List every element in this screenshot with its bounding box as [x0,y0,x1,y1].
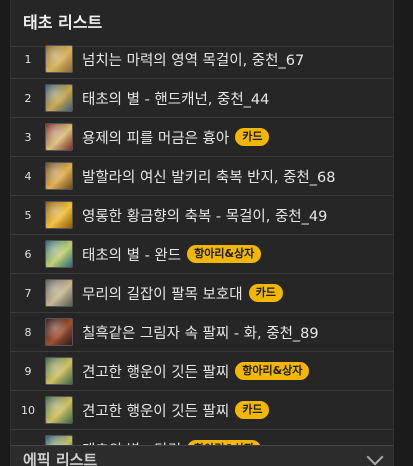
item-icon [45,162,73,190]
item-number: 1 [24,52,32,66]
origin-list-panel: 태초 리스트 1 넘치는 마력의 영역 목걸이, 중천_67 2 태초의 별 - 핸드… [10,0,394,466]
list-item[interactable]: 6 태초의 별 - 완드 항아리&상자 [11,235,393,274]
source-badge: 항아리&상자 [235,362,310,380]
item-name: 용제의 피를 머금은 흉아 [82,130,230,147]
item-number: 6 [24,247,32,261]
item-name: 발할라의 여신 발키리 축복 반지, 중천_68 [82,169,336,186]
item-name: 견고한 행운이 깃든 팔찌 [82,403,230,420]
item-icon [45,318,73,346]
list-item[interactable]: 5 영롱한 황금향의 축복 - 목걸이, 중천_49 [11,196,393,235]
item-name: 무리의 길잡이 팔목 보호대 [82,286,243,303]
epic-list-header[interactable]: 에픽 리스트 [11,445,393,466]
item-list[interactable]: 1 넘치는 마력의 영역 목걸이, 중천_67 2 태초의 별 - 핸드캐넌, 중천_… [11,40,393,466]
item-icon [45,84,73,112]
item-number: 2 [24,91,32,105]
source-badge: 카드 [235,128,270,146]
item-number: 7 [24,286,32,300]
item-name: 칠흑같은 그림자 속 팔찌 - 화, 중천_89 [82,325,319,342]
list-item[interactable]: 8 칠흑같은 그림자 속 팔찌 - 화, 중천_89 [11,313,393,352]
item-number: 5 [24,208,32,222]
source-badge: 카드 [235,401,270,419]
list-item[interactable]: 7 무리의 길잡이 팔목 보호대 카드 [11,274,393,313]
item-name: 태초의 별 - 핸드캐넌, 중천_44 [82,91,270,108]
item-number: 9 [24,364,32,378]
item-icon [45,240,73,268]
item-name: 태초의 별 - 완드 [82,247,182,264]
source-badge: 카드 [248,284,283,302]
item-name: 견고한 행운이 깃든 팔찌 [82,364,230,381]
item-icon [45,279,73,307]
item-number: 10 [21,403,35,417]
list-item[interactable]: 10 견고한 행운이 깃든 팔찌 카드 [11,391,393,430]
item-number: 8 [24,325,32,339]
item-icon [45,201,73,229]
item-number: 3 [24,130,32,144]
item-icon [45,396,73,424]
item-number: 4 [24,169,32,183]
list-item[interactable]: 1 넘치는 마력의 영역 목걸이, 중천_67 [11,40,393,79]
item-icon [45,357,73,385]
list-item[interactable]: 3 용제의 피를 머금은 흉아 카드 [11,118,393,157]
item-name: 넘치는 마력의 영역 목걸이, 중천_67 [82,52,305,69]
epic-list-title: 에픽 리스트 [23,451,98,466]
item-icon [45,45,73,73]
source-badge: 항아리&상자 [187,245,262,263]
chevron-down-icon[interactable] [366,448,384,466]
item-icon [45,123,73,151]
list-item[interactable]: 2 태초의 별 - 핸드캐넌, 중천_44 [11,79,393,118]
item-name: 영롱한 황금향의 축복 - 목걸이, 중천_49 [82,208,328,225]
list-item[interactable]: 9 견고한 행운이 깃든 팔찌 항아리&상자 [11,352,393,391]
list-item[interactable]: 4 발할라의 여신 발키리 축복 반지, 중천_68 [11,157,393,196]
